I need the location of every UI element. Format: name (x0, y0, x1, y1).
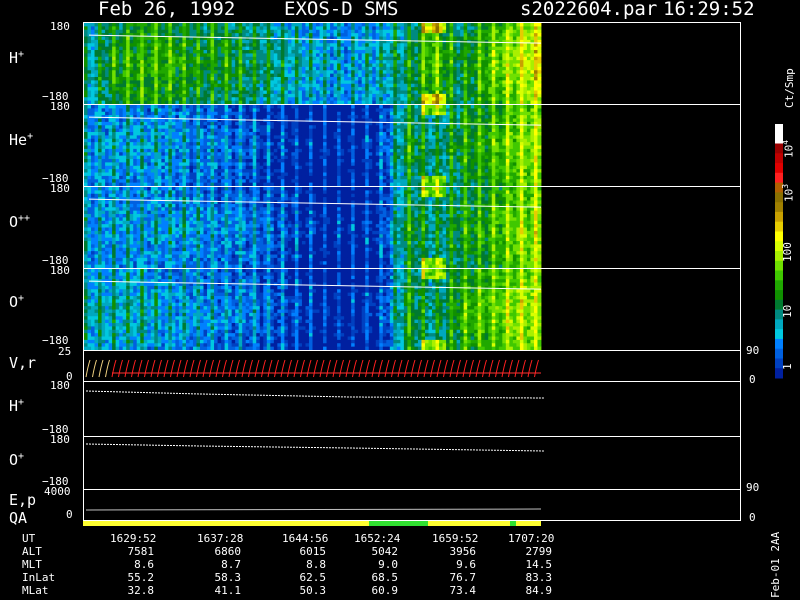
figure-root: { "header": { "date": "Feb 26, 1992", "i… (0, 0, 800, 600)
